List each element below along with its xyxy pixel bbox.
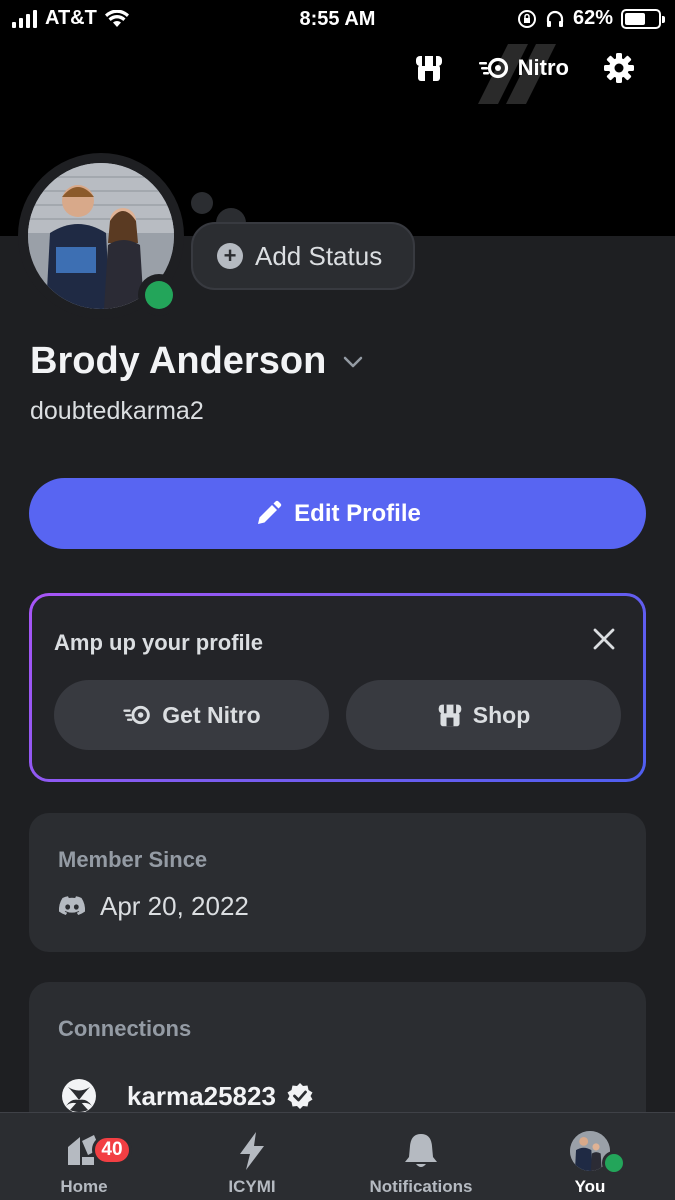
status-bar: AT&T 8:55 AM 62%: [0, 0, 675, 38]
edit-profile-button[interactable]: Edit Profile: [29, 478, 646, 549]
bottom-navigation: 40 Home ICYMI Notifications You: [0, 1112, 675, 1200]
amp-profile-card: Amp up your profile Get Nitro Shop: [29, 593, 646, 782]
nitro-icon: [478, 57, 508, 79]
nav-you[interactable]: You: [506, 1113, 674, 1200]
lightning-icon: [240, 1132, 264, 1170]
add-status-button[interactable]: + Add Status: [191, 222, 415, 290]
chevron-down-icon[interactable]: [342, 355, 364, 369]
nav-you-label: You: [574, 1177, 606, 1196]
headphones-icon: [546, 10, 564, 27]
nitro-button[interactable]: Nitro: [478, 55, 569, 81]
nav-notifications-label: Notifications: [369, 1177, 473, 1196]
nav-home[interactable]: 40 Home: [0, 1113, 168, 1200]
get-nitro-button[interactable]: Get Nitro: [54, 680, 329, 750]
online-status-indicator: [145, 281, 173, 309]
member-since-date: Apr 20, 2022: [100, 891, 249, 921]
username: doubtedkarma2: [30, 397, 204, 425]
shop-button[interactable]: Shop: [346, 680, 621, 750]
add-status-label: Add Status: [255, 240, 383, 271]
get-nitro-label: Get Nitro: [162, 701, 261, 728]
thought-bubble-dot: [191, 192, 213, 214]
battery-icon: [621, 8, 665, 29]
connection-item[interactable]: karma25823: [61, 1078, 314, 1114]
shop-icon: [438, 704, 462, 727]
bell-icon: [405, 1134, 437, 1167]
nav-icymi-label: ICYMI: [228, 1177, 276, 1196]
nav-home-label: Home: [60, 1177, 108, 1196]
pencil-icon: [258, 500, 282, 524]
edit-profile-label: Edit Profile: [294, 499, 421, 527]
notification-count-badge: 40: [92, 1135, 132, 1165]
profile-screen: AT&T 8:55 AM 62% Nitro + Add Status Brod…: [0, 0, 675, 1200]
shop-icon[interactable]: [414, 53, 444, 83]
connections-label: Connections: [58, 1016, 192, 1041]
discord-icon: [58, 895, 86, 915]
display-name-row[interactable]: Brody Anderson: [30, 340, 364, 383]
display-name: Brody Anderson: [30, 340, 327, 382]
nav-icymi[interactable]: ICYMI: [168, 1113, 336, 1200]
amp-card-title: Amp up your profile: [54, 630, 263, 655]
connection-account-name: karma25823: [127, 1080, 276, 1111]
member-since-card: Member Since Apr 20, 2022: [29, 813, 646, 952]
close-icon[interactable]: [591, 626, 617, 652]
orientation-lock-icon: [517, 9, 536, 28]
xbox-icon: [62, 1079, 96, 1113]
nav-notifications[interactable]: Notifications: [337, 1113, 505, 1200]
plus-icon: +: [217, 243, 243, 269]
gear-icon[interactable]: [603, 52, 635, 84]
verified-badge-icon: [287, 1083, 313, 1109]
nitro-label: Nitro: [517, 55, 569, 80]
member-since-label: Member Since: [58, 847, 208, 872]
shop-label: Shop: [472, 701, 531, 728]
nitro-icon: [123, 705, 151, 725]
online-status-indicator: [602, 1151, 626, 1175]
battery-percent: 62%: [572, 7, 613, 29]
